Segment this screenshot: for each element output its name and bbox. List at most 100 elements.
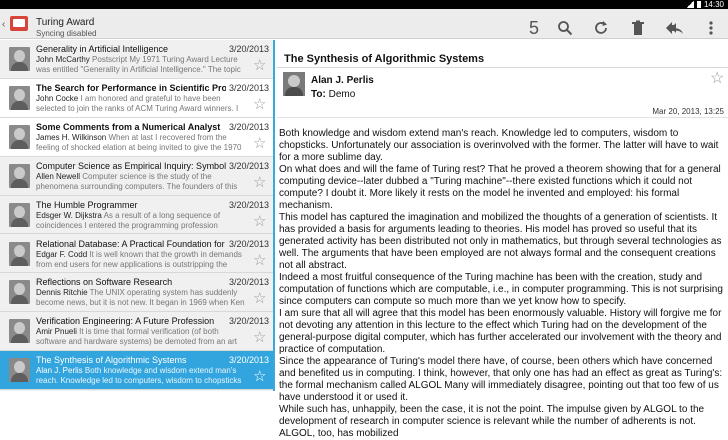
item-sender: Alan J. Perlis (36, 366, 83, 376)
item-date: 3/20/2013 (229, 238, 270, 249)
item-sender-line: James H. Wilkinson When at last I recove… (36, 133, 248, 142)
item-snippet: The UNIX operating system has suddenly (89, 288, 238, 298)
list-item[interactable]: Some Comments from a Numerical Analyst 3… (0, 117, 273, 157)
body-paragraph: Since the appearance of Turing's model t… (279, 356, 723, 403)
item-snippet: It is time that formal verification (of … (79, 327, 219, 337)
avatar (9, 163, 30, 188)
avatar (9, 280, 30, 305)
item-subject: Verification Engineering: A Future Profe… (36, 316, 215, 327)
star-icon[interactable]: ☆ (253, 136, 266, 151)
item-date: 3/20/2013 (229, 44, 270, 54)
up-navigation-button[interactable]: ‹ (2, 14, 28, 34)
item-snippet-line2: become news, but it is not new. It began… (36, 298, 245, 308)
star-icon[interactable]: ☆ (253, 175, 266, 190)
star-icon[interactable]: ☆ (253, 330, 266, 345)
item-snippet-line2: selected to join the ranks of ACM Turing… (36, 103, 239, 113)
item-snippet-line2: phenomena surrounding computers. The fou… (36, 181, 238, 191)
divider (277, 117, 728, 118)
avatar (9, 85, 30, 110)
folder-title: Turing Award (36, 17, 95, 28)
item-date: 3/20/2013 (229, 82, 270, 93)
list-item[interactable]: Computer Science as Empirical Inquiry: S… (0, 156, 273, 196)
unread-count: 5 (529, 18, 540, 38)
avatar (9, 202, 30, 227)
star-icon[interactable]: ☆ (710, 71, 724, 87)
overflow-menu-icon[interactable] (702, 19, 720, 37)
item-snippet: Computer science is the study of the (82, 171, 212, 181)
list-item-selected[interactable]: The Synthesis of Algorithmic Systems 3/2… (0, 351, 273, 391)
list-item[interactable]: Relational Database: A Practical Foundat… (0, 234, 273, 274)
list-item[interactable]: Reflections on Software Research 3/20/20… (0, 273, 273, 313)
list-item[interactable]: The Humble Programmer 3/20/2013 Edsger W… (0, 195, 273, 235)
battery-icon (697, 1, 701, 8)
star-icon[interactable]: ☆ (253, 97, 266, 112)
item-subject: The Humble Programmer (36, 199, 138, 210)
item-date: 3/20/2013 (229, 355, 270, 366)
item-snippet: Postscript My 1971 Turing Award Lecture (92, 55, 238, 64)
body-paragraph: This model has captured the imagination … (279, 212, 722, 271)
back-arrow-icon: ‹ (2, 19, 6, 30)
item-sender-line: Alan J. Perlis Both knowledge and wisdom… (36, 366, 248, 375)
item-sender: John Cocke (36, 93, 79, 103)
message-date: Mar 20, 2013, 13:25 (652, 107, 724, 116)
item-sender: Dennis Ritchie (36, 288, 88, 298)
star-icon[interactable]: ☆ (253, 253, 266, 268)
item-snippet: It is well known that the growth in dema… (89, 249, 242, 259)
message-subject: The Synthesis of Algorithmic Systems (284, 53, 485, 65)
to-label: To: (311, 89, 326, 100)
star-icon[interactable]: ☆ (253, 58, 266, 73)
body-paragraph: Both knowledge and wisdom extend man's r… (279, 128, 719, 163)
sync-status: Syncing disabled (36, 29, 97, 38)
star-icon[interactable]: ☆ (253, 369, 266, 384)
sender-avatar[interactable] (283, 72, 305, 96)
item-sender-line: Allen Newell Computer science is the stu… (36, 172, 248, 181)
item-sender-line: Edsger W. Dijkstra As a result of a long… (36, 211, 248, 220)
star-icon[interactable]: ☆ (253, 214, 266, 229)
item-snippet-line2: reach. Knowledge led to computers, wisdo… (36, 376, 242, 386)
body-paragraph: Indeed a most fruitful consequence of th… (279, 272, 723, 307)
item-subject: Generality in Artificial Intelligence (36, 44, 169, 54)
item-sender-line: John Cocke I am honored and grateful to … (36, 94, 248, 103)
item-snippet: I am honored and grateful to have been (80, 93, 221, 103)
recipient: Demo (328, 89, 356, 100)
action-bar: ‹ Turing Award Syncing disabled 5 (0, 9, 728, 39)
mail-app-icon (10, 16, 28, 31)
item-sender: John McCarthy (36, 55, 90, 64)
recipient-line: To: Demo (311, 89, 355, 100)
item-snippet-line2: was entitled "Generality in Artificial I… (36, 65, 241, 74)
avatar (9, 358, 30, 383)
item-subject: The Search for Performance in Scientific… (36, 82, 226, 93)
divider (277, 67, 728, 68)
body-paragraph: I am sure that all will agree that this … (279, 308, 722, 355)
signal-icon (686, 1, 694, 8)
message-body: Both knowledge and wisdom extend man's r… (279, 128, 726, 440)
item-subject: Relational Database: A Practical Foundat… (36, 238, 226, 249)
item-snippet: When at last I recovered from the (108, 132, 227, 142)
avatar (9, 124, 30, 149)
list-item[interactable]: Generality in Artificial Intelligence 3/… (0, 40, 273, 79)
item-sender: Amir Pnueli (36, 327, 77, 337)
avatar (9, 47, 30, 71)
item-snippet-line2: software and hardware systems) be demote… (36, 337, 237, 347)
item-subject: The Synthesis of Algorithmic Systems (36, 355, 187, 366)
message-list: Generality in Artificial Intelligence 3/… (0, 40, 275, 391)
item-date: 3/20/2013 (229, 160, 270, 171)
list-item[interactable]: Verification Engineering: A Future Profe… (0, 312, 273, 352)
item-subject: Computer Science as Empirical Inquiry: S… (36, 160, 226, 171)
message-reader: The Synthesis of Algorithmic Systems Ala… (277, 40, 728, 439)
search-icon[interactable] (556, 19, 574, 37)
status-bar: 14:30 (0, 0, 728, 9)
sender-name: Alan J. Perlis (311, 75, 374, 86)
trash-icon[interactable] (629, 19, 647, 37)
item-sender: Allen Newell (36, 171, 81, 181)
refresh-icon[interactable] (592, 19, 610, 37)
item-snippet-line2: coincidences I entered the programming p… (36, 220, 218, 230)
item-sender-line: Dennis Ritchie The UNIX operating system… (36, 288, 248, 297)
item-date: 3/20/2013 (229, 277, 270, 288)
reply-icon[interactable] (666, 19, 684, 37)
star-icon[interactable]: ☆ (253, 291, 266, 306)
item-snippet: As a result of a long sequence of (103, 210, 221, 220)
list-item[interactable]: The Search for Performance in Scientific… (0, 78, 273, 118)
item-sender: James H. Wilkinson (36, 132, 107, 142)
avatar (9, 241, 30, 266)
